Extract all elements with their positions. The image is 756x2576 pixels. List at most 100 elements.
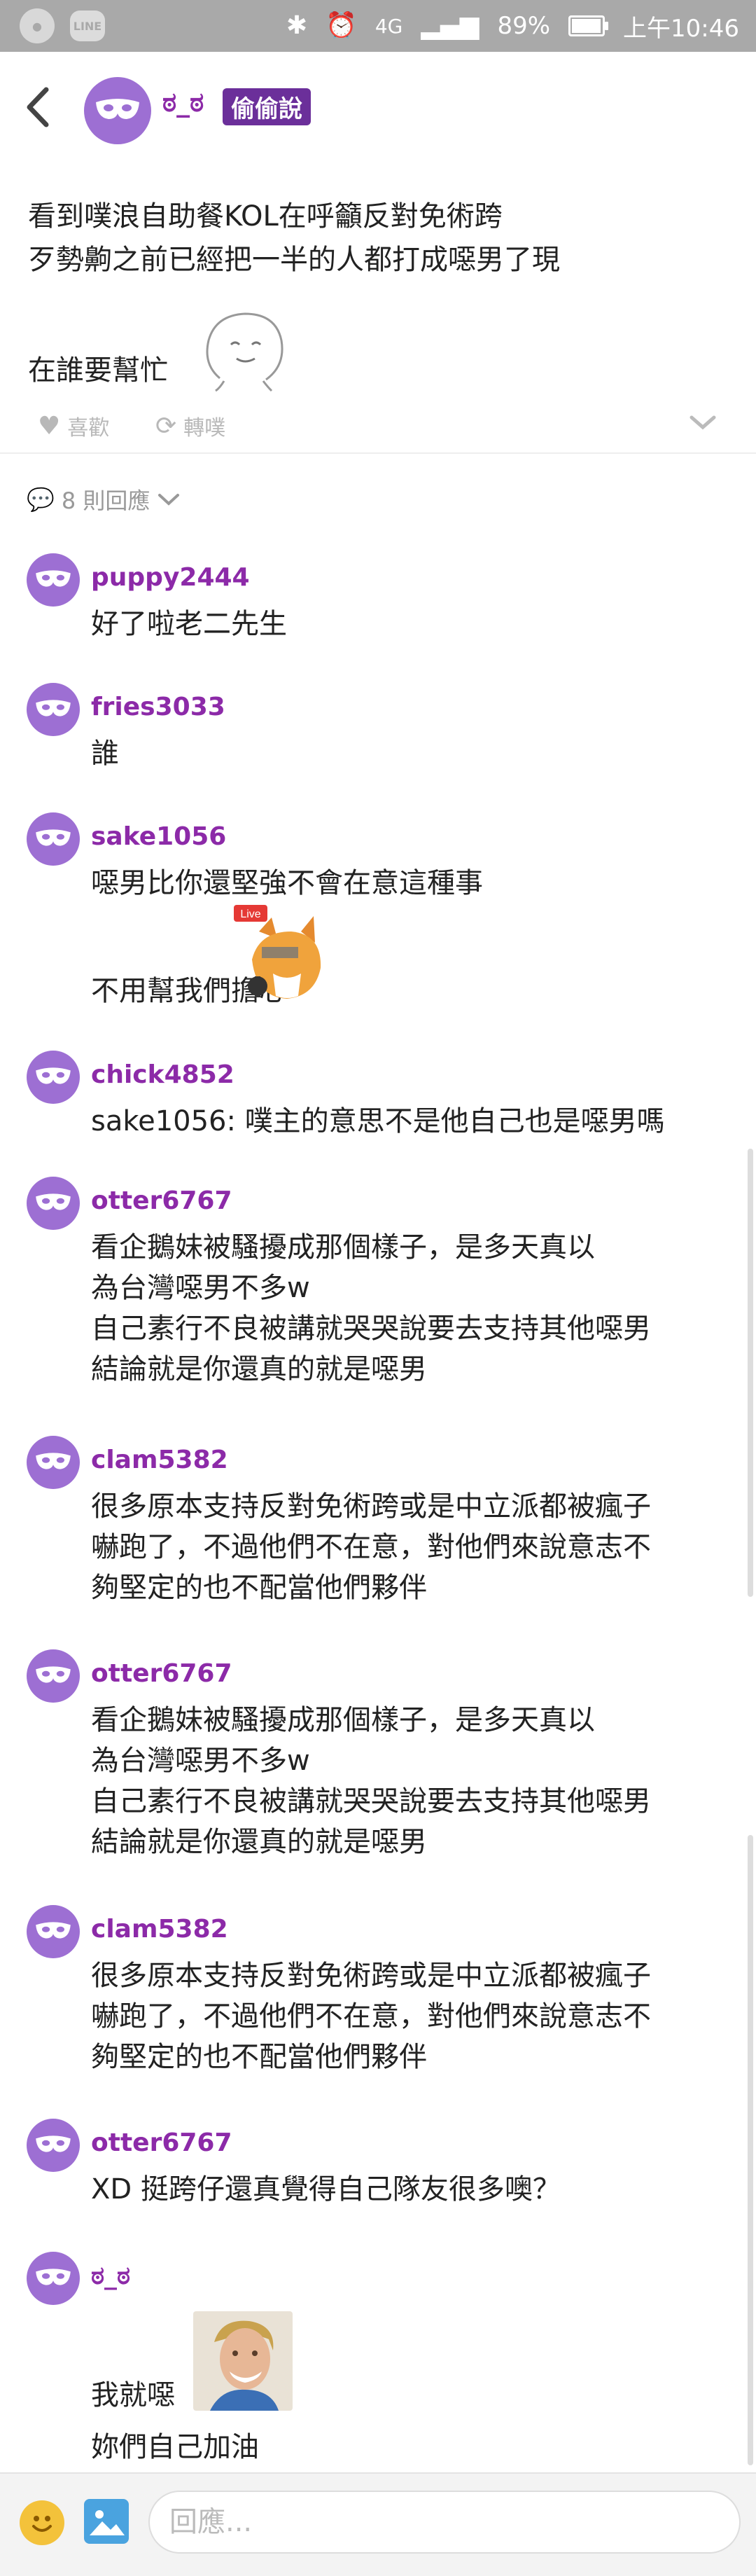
replurk-label: 轉噗 xyxy=(183,416,226,441)
reply-author[interactable]: clam5382 xyxy=(91,1915,228,1944)
reply-text: 我就噁 妳們自己加油 xyxy=(91,2375,735,2467)
reply-line: 為台灣噁男不多w xyxy=(91,1745,310,1777)
mask-icon xyxy=(36,829,71,846)
reply-text: 誰 xyxy=(91,733,735,774)
post-tail: 在誰要幫忙 xyxy=(28,308,728,392)
repost-icon: ⟳ xyxy=(155,411,177,441)
clock: 上午10:46 xyxy=(623,14,739,43)
reply-line: 很多原本支持反對免術跨或是中立派都被瘋子 xyxy=(91,1960,651,1992)
emoji-button[interactable] xyxy=(20,2500,64,2545)
line-label: LINE xyxy=(73,19,102,33)
reply-line: 結論就是你還真的就是噁男 xyxy=(91,1353,427,1385)
chat-bubble-icon: ● xyxy=(20,8,55,43)
reply-text: 好了啦老二先生 xyxy=(91,604,735,644)
smiling-face-sticker xyxy=(206,312,284,392)
post-content: 看到噗浪自助餐KOL在呼籲反對免術跨 歹勢齁之前已經把一半的人都打成噁男了現 xyxy=(28,195,728,282)
reply-author[interactable]: otter6767 xyxy=(91,1659,232,1688)
replurk-button[interactable]: ⟳ 轉噗 xyxy=(155,410,225,441)
replies-count: 8 則回應 xyxy=(61,487,150,514)
chevron-left-icon xyxy=(27,87,49,127)
reply-input[interactable] xyxy=(148,2491,741,2554)
image-icon xyxy=(90,2510,125,2535)
mask-icon xyxy=(36,2135,71,2152)
smiley-icon xyxy=(32,2516,52,2532)
avatar[interactable] xyxy=(27,1436,80,1489)
reply-line: 噁男比你還堅強不會在意這種事 xyxy=(91,867,483,899)
post-actions: ♥ 喜歡 ⟳ 轉噗 xyxy=(0,403,756,454)
mask-icon xyxy=(36,2269,71,2285)
reply-line: 夠堅定的也不配當他們夥伴 xyxy=(91,1572,427,1604)
mask-icon xyxy=(36,1067,71,1084)
image-upload-button[interactable] xyxy=(84,2499,129,2544)
reply-text: 噁男比你還堅強不會在意這種事 不用幫我們擔心 xyxy=(91,863,735,1011)
reply-line: 妳們自己加油 xyxy=(91,2431,259,2463)
reply-author[interactable]: sake1056 xyxy=(91,822,226,851)
mask-icon xyxy=(36,700,71,716)
reply-text: 很多原本支持反對免術跨或是中立派都被瘋子 嚇跑了，不過他們不在意，對他們來說意志不… xyxy=(91,1486,735,1608)
mask-icon xyxy=(36,1193,71,1210)
reply-text: XD 挺跨仔還真覺得自己隊友很多噢？ xyxy=(91,2169,735,2210)
avatar[interactable] xyxy=(27,2119,80,2172)
post-header: ಠ_ಠ 偷偷說 xyxy=(0,52,756,164)
bluetooth-icon: ✱ xyxy=(286,11,308,40)
reply-line: 我就噁 xyxy=(91,2379,175,2411)
reply-text: 看企鵝妹被騷擾成那個樣子，是多天真以 為台灣噁男不多w 自己素行不良被講就哭哭說要去… xyxy=(91,1700,735,1862)
mask-icon xyxy=(36,570,71,587)
scrollbar[interactable] xyxy=(748,1835,753,2465)
reply-line: sake1056: 噗主的意思不是他自己也是噁男嗎 xyxy=(91,1105,665,1137)
battery-icon xyxy=(568,15,609,36)
reply-line: 看企鵝妹被騷擾成那個樣子，是多天真以 xyxy=(91,1231,595,1263)
avatar[interactable] xyxy=(27,1905,80,1958)
heart-icon: ♥ xyxy=(38,411,61,441)
reply-line: 自己素行不良被講就哭哭說要去支持其他噁男 xyxy=(91,1313,651,1345)
live-label: Live xyxy=(240,908,260,920)
reply-author[interactable]: fries3033 xyxy=(91,693,225,721)
scrollbar[interactable] xyxy=(748,1149,753,1597)
post-line: 在誰要幫忙 xyxy=(28,354,168,387)
reply-author[interactable]: otter6767 xyxy=(91,1186,232,1215)
avatar[interactable] xyxy=(27,683,80,736)
reply-composer xyxy=(0,2472,756,2576)
battery-percent: 89% xyxy=(497,12,551,40)
fox-live-sticker: Live xyxy=(231,903,329,1002)
reply-author[interactable]: ಠ_ಠ xyxy=(91,2262,130,2291)
alarm-icon: ⏰ xyxy=(326,11,357,40)
avatar[interactable] xyxy=(27,812,80,866)
reply-line: 嚇跑了，不過他們不在意，對他們來說意志不 xyxy=(91,2000,651,2033)
avatar[interactable] xyxy=(84,77,151,144)
reply-line: 自己素行不良被講就哭哭說要去支持其他噁男 xyxy=(91,1785,651,1817)
avatar[interactable] xyxy=(27,1649,80,1703)
reply-line: 很多原本支持反對免術跨或是中立派都被瘋子 xyxy=(91,1490,651,1523)
reply-line: 為台灣噁男不多w xyxy=(91,1272,310,1304)
avatar[interactable] xyxy=(27,2252,80,2305)
reply-line: 夠堅定的也不配當他們夥伴 xyxy=(91,2041,427,2073)
signal-icon: ▂▄▆ xyxy=(421,11,479,40)
reply-author[interactable]: clam5382 xyxy=(91,1446,228,1474)
reply-line: 結論就是你還真的就是噁男 xyxy=(91,1826,427,1858)
reply-author[interactable]: puppy2444 xyxy=(91,563,250,592)
post-line: 看到噗浪自助餐KOL在呼籲反對免術跨 xyxy=(28,200,503,233)
author-name[interactable]: ಠ_ಠ xyxy=(162,87,204,118)
status-bar: ● LINE ✱ ⏰ 4G ▂▄▆ 89% 上午10:46 xyxy=(0,0,756,52)
reply-author[interactable]: chick4852 xyxy=(91,1060,234,1089)
anonymous-badge: 偷偷說 xyxy=(223,88,311,125)
battery-fill xyxy=(572,19,601,33)
replies-count-toggle[interactable]: 💬 8 則回應 xyxy=(27,483,181,515)
chevron-down-icon[interactable] xyxy=(689,410,717,439)
back-button[interactable] xyxy=(24,83,66,132)
like-label: 喜歡 xyxy=(67,416,110,441)
avatar[interactable] xyxy=(27,1051,80,1104)
reply-line: 誰 xyxy=(91,738,119,770)
avatar[interactable] xyxy=(27,553,80,607)
reply-line: 不用幫我們擔心 xyxy=(91,975,287,1007)
avatar[interactable] xyxy=(27,1177,80,1230)
reply-line: 看企鵝妹被騷擾成那個樣子，是多天真以 xyxy=(91,1704,595,1736)
like-button[interactable]: ♥ 喜歡 xyxy=(38,410,109,441)
chevron-down-icon xyxy=(158,494,180,506)
reply-author[interactable]: otter6767 xyxy=(91,2128,232,2157)
reply-line: 嚇跑了，不過他們不在意，對他們來說意志不 xyxy=(91,1531,651,1563)
reply-text: sake1056: 噗主的意思不是他自己也是噁男嗎 xyxy=(91,1101,735,1142)
man-photo-sticker xyxy=(193,2311,293,2411)
mask-icon xyxy=(36,1922,71,1939)
post-line: 歹勢齁之前已經把一半的人都打成噁男了現 xyxy=(28,244,560,276)
